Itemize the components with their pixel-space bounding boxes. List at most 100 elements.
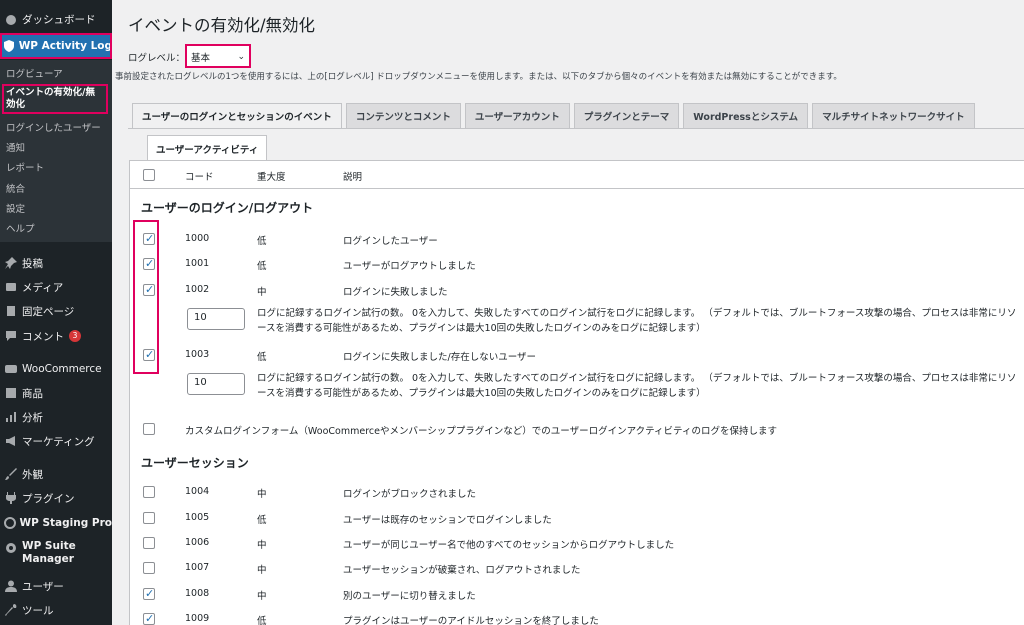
media-icon [0,281,22,293]
event-severity: 低 [257,261,267,272]
event-severity: 低 [257,515,267,526]
menu-appearance[interactable]: 外観 [0,463,112,485]
wrench-icon [0,604,22,616]
menu-media[interactable]: メディア [0,276,112,298]
section-title-user-session: ユーザーセッション [141,456,249,470]
shield-icon [0,40,19,52]
menu-marketing[interactable]: マーケティング [0,430,112,452]
menu-wp-suite-manager-label: WP Suite Manager [22,540,76,565]
event-checkbox[interactable] [143,537,155,549]
menu-dashboard[interactable]: ダッシュボード [0,8,112,30]
select-all-checkbox[interactable] [143,169,155,181]
bar-chart-icon [0,411,22,423]
page-icon [0,305,22,317]
event-description: ユーザーセッションが破棄され、ログアウトされました [343,565,581,576]
submenu-integrations[interactable]: 統合 [6,181,25,195]
menu-wp-staging-label: WP Staging Pro [19,517,112,529]
loglevel-select[interactable]: 基本 ⌄ [185,44,251,68]
loglevel-label: ログレベル： [128,53,186,64]
event-checkbox[interactable] [143,486,155,498]
menu-woocommerce-label: WooCommerce [22,363,102,375]
attempts-description: ログに記録するログイン試行の数。 0を入力して、失敗したすべてのログイン試行をロ… [257,306,1016,336]
login-attempts-input[interactable]: 10 [187,308,245,330]
woocommerce-icon [0,363,22,375]
submenu-log-viewer[interactable]: ログビューア [6,66,63,80]
section-title-login-logout: ユーザーのログイン/ログアウト [141,201,314,215]
menu-appearance-label: 外観 [22,468,43,481]
loglevel-value: 基本 [191,53,211,64]
menu-pages[interactable]: 固定ページ [0,300,112,322]
menu-analytics[interactable]: 分析 [0,406,112,428]
brush-icon [0,468,22,480]
event-code: 1000 [185,233,210,244]
event-checkbox[interactable] [143,612,155,625]
megaphone-icon [0,435,22,447]
submenu-enable-disable-events[interactable]: イベントの有効化/無効化 [2,84,108,114]
submenu-settings[interactable]: 設定 [6,201,25,215]
menu-comments[interactable]: コメント 3 [0,325,112,347]
tab-plugins-themes[interactable]: プラグインとテーマ [573,103,680,129]
submenu-reports[interactable]: レポート [6,160,44,174]
table-header: コード 重大度 説明 [130,161,1024,189]
tab-login-session[interactable]: ユーザーのログインとセッションのイベント [132,103,342,129]
event-severity: 中 [257,540,267,551]
event-code: 1001 [185,258,210,269]
submenu-logged-in-users[interactable]: ログインしたユーザー [6,120,101,134]
pin-icon [0,257,22,269]
menu-users-label: ユーザー [22,580,64,593]
menu-woocommerce[interactable]: WooCommerce [0,358,112,380]
event-code: 1003 [185,349,210,360]
tabs-divider [128,128,1024,129]
event-code: 1007 [185,562,210,573]
dashboard-icon [0,13,22,25]
event-code: 1006 [185,537,210,548]
custom-login-checkbox[interactable] [143,423,155,435]
submenu-notifications[interactable]: 通知 [6,140,25,154]
menu-tools[interactable]: ツール [0,599,112,621]
tab-user-accounts[interactable]: ユーザーアカウント [464,103,570,129]
menu-plugins[interactable]: プラグイン [0,487,112,509]
menu-users[interactable]: ユーザー [0,575,112,597]
event-severity: 低 [257,236,267,247]
event-code: 1009 [185,613,210,624]
menu-tools-label: ツール [22,604,54,617]
nonexistent-attempts-description: ログに記録するログイン試行の数。 0を入力して、失敗したすべてのログイン試行をロ… [257,371,1016,401]
event-severity: 中 [257,489,267,500]
menu-products-label: 商品 [22,387,43,400]
menu-wp-staging[interactable]: WP Staging Pro [0,512,112,534]
events-panel: コード 重大度 説明 ユーザーのログイン/ログアウト 1000 低 ログインした… [129,160,1024,625]
comment-icon [0,330,22,342]
menu-wp-activity-log[interactable]: WP Activity Log [0,33,112,59]
menu-products[interactable]: 商品 [0,382,112,404]
nonexistent-attempts-line2: ースを消費する可能性があるため、プラグインは最大10回の失敗したログインのみをロ… [257,388,706,399]
menu-plugins-label: プラグイン [22,492,75,505]
event-checkbox[interactable] [143,512,155,524]
user-icon [0,580,22,592]
event-severity: 低 [257,616,267,625]
event-checkbox[interactable] [143,562,155,574]
event-code: 1004 [185,486,210,497]
nonexistent-attempts-input[interactable]: 10 [187,373,245,395]
menu-posts-label: 投稿 [22,257,43,270]
tab-content-comments[interactable]: コンテンツとコメント [345,103,461,129]
tab-multisite[interactable]: マルチサイトネットワークサイト [812,103,975,129]
checkbox-highlight-box [133,220,159,374]
event-description: 別のユーザーに切り替えました [343,591,476,602]
main-content: イベントの有効化/無効化 ログレベル： 基本 ⌄ 事前設定されたログレベルの1つ… [112,0,1024,625]
menu-pages-label: 固定ページ [22,305,75,318]
event-checkbox[interactable] [143,587,155,600]
event-tabs: ユーザーのログインとセッションのイベント コンテンツとコメント ユーザーアカウン… [132,103,975,129]
attempts-description-line2: ースを消費する可能性があるため、プラグインは最大10回の失敗したログインのみをロ… [257,323,706,334]
chevron-down-icon: ⌄ [237,52,245,62]
subtab-user-activity[interactable]: ユーザーアクティビティ [147,135,268,161]
event-description: ユーザーがログアウトしました [343,261,476,272]
event-severity: 低 [257,352,267,363]
event-description: ユーザーが同じユーザー名で他のすべてのセッションからログアウトしました [343,540,675,551]
menu-comments-label: コメント [22,330,64,343]
menu-analytics-label: 分析 [22,411,43,424]
menu-posts[interactable]: 投稿 [0,252,112,274]
admin-sidebar: ダッシュボード WP Activity Log ログビューア イベントの有効化/… [0,0,112,625]
submenu-help[interactable]: ヘルプ [6,221,35,235]
tab-wordpress-system[interactable]: WordPressとシステム [683,103,809,129]
menu-wp-suite-manager[interactable]: WP Suite Manager [0,540,112,570]
